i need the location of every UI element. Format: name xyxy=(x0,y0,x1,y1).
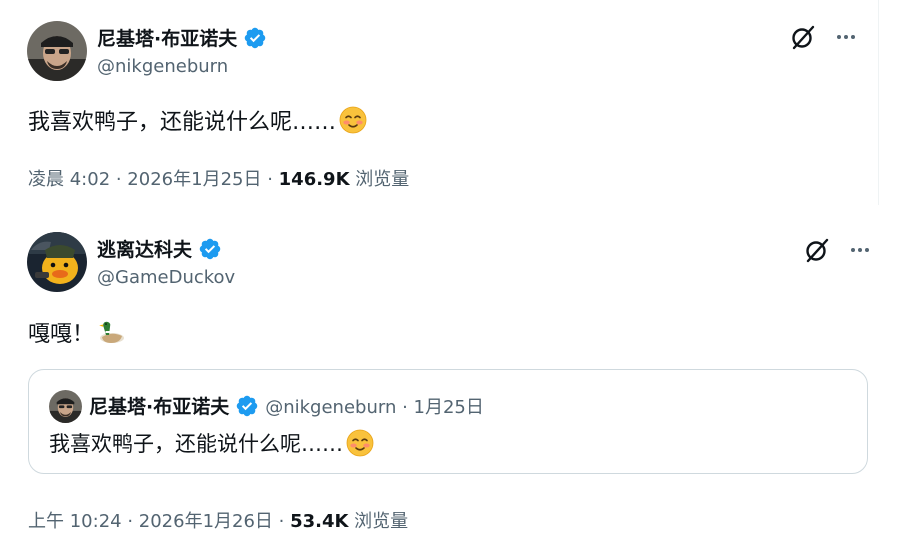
tweet-text-content: 我喜欢鸭子，还能说什么呢…… xyxy=(28,110,337,135)
tweet-text: 我喜欢鸭子，还能说什么呢…… xyxy=(28,104,368,136)
smiling-face-emoji xyxy=(345,428,375,458)
quoted-tweet[interactable]: 尼基塔·布亚诺夫 @nikgeneburn · 1月25日 我喜欢鸭子，还能说什… xyxy=(28,369,868,474)
timestamp[interactable]: 上午 10:24 · 2026年1月26日 · xyxy=(28,511,290,532)
verified-badge-icon xyxy=(235,394,259,418)
quoted-handle-date: @nikgeneburn · 1月25日 xyxy=(265,396,484,418)
author-handle[interactable]: @nikgeneburn xyxy=(97,56,228,77)
grok-icon[interactable] xyxy=(790,24,816,50)
verified-badge-icon xyxy=(198,237,222,261)
avatar[interactable] xyxy=(27,21,87,81)
more-options-icon[interactable] xyxy=(848,238,872,262)
quoted-text: 我喜欢鸭子，还能说什么呢…… xyxy=(49,428,375,458)
quoted-text-content: 我喜欢鸭子，还能说什么呢…… xyxy=(49,432,343,456)
more-options-icon[interactable] xyxy=(834,25,858,49)
avatar[interactable] xyxy=(27,232,87,292)
tweet-meta: 上午 10:24 · 2026年1月26日 · 53.4K 浏览量 xyxy=(28,507,408,533)
view-count: 53.4K xyxy=(290,511,349,532)
tweet-2[interactable]: 逃离达科夫 @GameDuckov 嘎嘎！ 尼基塔·布亚诺夫 @nikgeneb… xyxy=(0,215,904,549)
smiling-face-emoji xyxy=(338,105,368,135)
tweet-text-content: 嘎嘎！ xyxy=(28,322,95,347)
verified-badge-icon xyxy=(243,26,267,50)
view-count: 146.9K xyxy=(278,169,350,190)
timestamp[interactable]: 凌晨 4:02 · 2026年1月25日 · xyxy=(28,169,279,190)
tweet-1[interactable]: 尼基塔·布亚诺夫 @nikgeneburn 我喜欢鸭子，还能说什么呢…… 凌晨 … xyxy=(0,0,904,205)
views-label: 浏览量 xyxy=(349,169,410,190)
author-name[interactable]: 尼基塔·布亚诺夫 xyxy=(97,24,237,51)
column-divider xyxy=(878,0,879,205)
author-handle[interactable]: @GameDuckov xyxy=(97,267,235,288)
quoted-author-name: 尼基塔·布亚诺夫 xyxy=(89,396,230,418)
grok-icon[interactable] xyxy=(804,237,830,263)
avatar[interactable] xyxy=(49,390,82,423)
author-name[interactable]: 逃离达科夫 xyxy=(97,235,192,262)
tweet-text: 嘎嘎！ xyxy=(28,316,126,348)
views-label: 浏览量 xyxy=(348,511,409,532)
duck-emoji xyxy=(96,317,126,347)
tweet-meta: 凌晨 4:02 · 2026年1月25日 · 146.9K 浏览量 xyxy=(28,165,409,191)
